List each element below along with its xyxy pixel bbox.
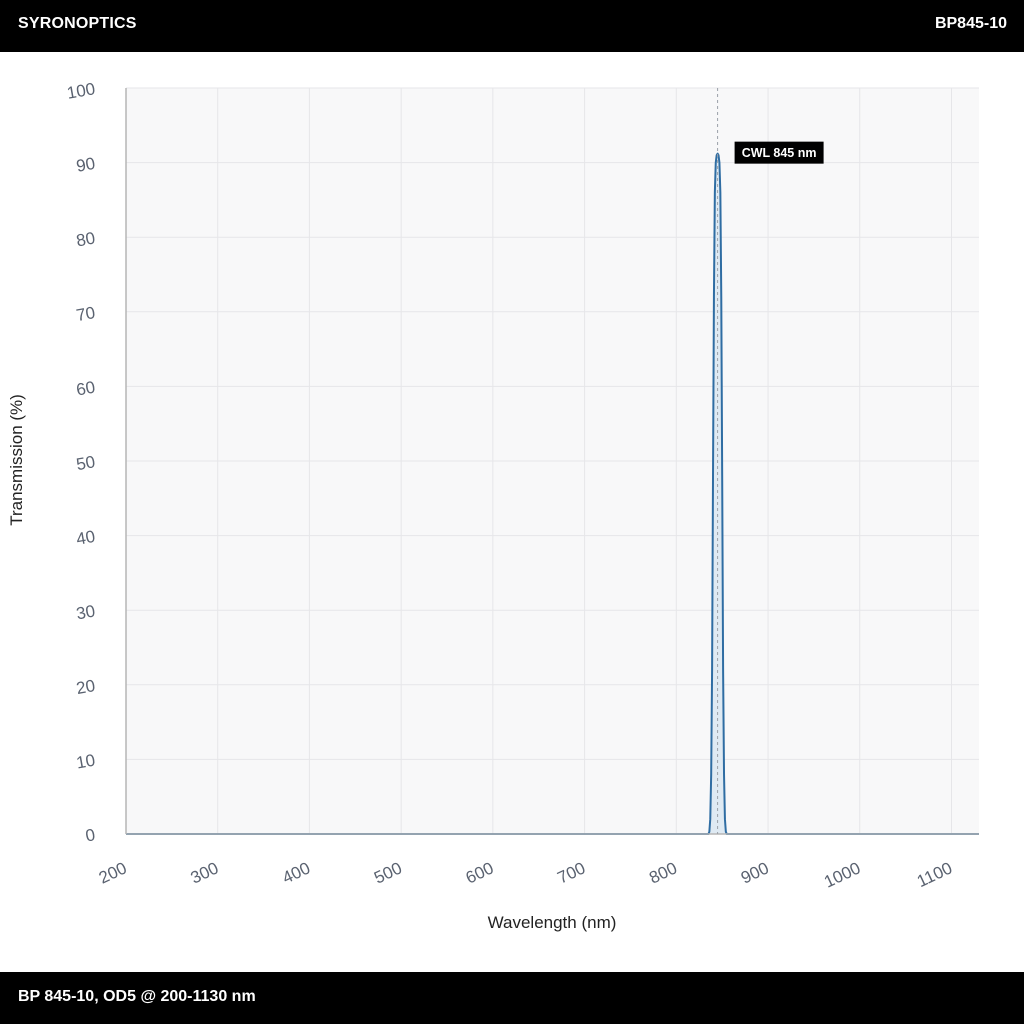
x-tick-label: 300 bbox=[188, 858, 222, 887]
x-tick-labels: 200 300 400 500 600 700 800 900 1000 1100 bbox=[96, 858, 955, 891]
brand-name: SYRONOPTICS bbox=[18, 15, 137, 32]
y-tick-label: 0 bbox=[84, 825, 97, 845]
y-tick-label: 50 bbox=[75, 452, 97, 474]
y-tick-label: 70 bbox=[75, 303, 97, 325]
footer-bar: BP 845-10, OD5 @ 200-1130 nm bbox=[0, 972, 1024, 1024]
x-tick-label: 600 bbox=[463, 858, 497, 887]
y-tick-label: 40 bbox=[75, 527, 97, 549]
x-tick-label: 1000 bbox=[821, 858, 863, 891]
x-axis-label: Wavelength (nm) bbox=[488, 913, 617, 932]
cwl-label: CWL 845 nm bbox=[742, 146, 817, 160]
y-axis-label: Transmission (%) bbox=[7, 394, 26, 526]
header-bar: SYRONOPTICS BP845-10 bbox=[0, 0, 1024, 52]
part-number: BP845-10 bbox=[934, 15, 1007, 32]
y-tick-label: 60 bbox=[75, 378, 97, 400]
x-tick-label: 1100 bbox=[914, 858, 955, 891]
x-tick-label: 500 bbox=[371, 858, 405, 887]
x-tick-label: 400 bbox=[279, 858, 313, 887]
y-tick-label: 20 bbox=[75, 676, 97, 698]
y-tick-label: 90 bbox=[75, 154, 97, 176]
x-tick-label: 700 bbox=[555, 858, 589, 887]
transmission-chart: 200 300 400 500 600 700 800 900 1000 1100 0 10 20 30… bbox=[7, 79, 979, 932]
x-tick-label: 900 bbox=[738, 858, 772, 887]
y-tick-label: 10 bbox=[75, 751, 97, 773]
y-tick-label: 100 bbox=[65, 79, 96, 103]
filter-description: BP 845-10, OD5 @ 200-1130 nm bbox=[18, 988, 256, 1005]
x-tick-label: 200 bbox=[96, 858, 130, 887]
y-tick-label: 80 bbox=[75, 228, 97, 250]
y-tick-labels: 0 10 20 30 40 50 60 70 80 90 100 bbox=[65, 79, 96, 845]
x-tick-label: 800 bbox=[646, 858, 680, 887]
y-tick-label: 30 bbox=[75, 601, 97, 623]
